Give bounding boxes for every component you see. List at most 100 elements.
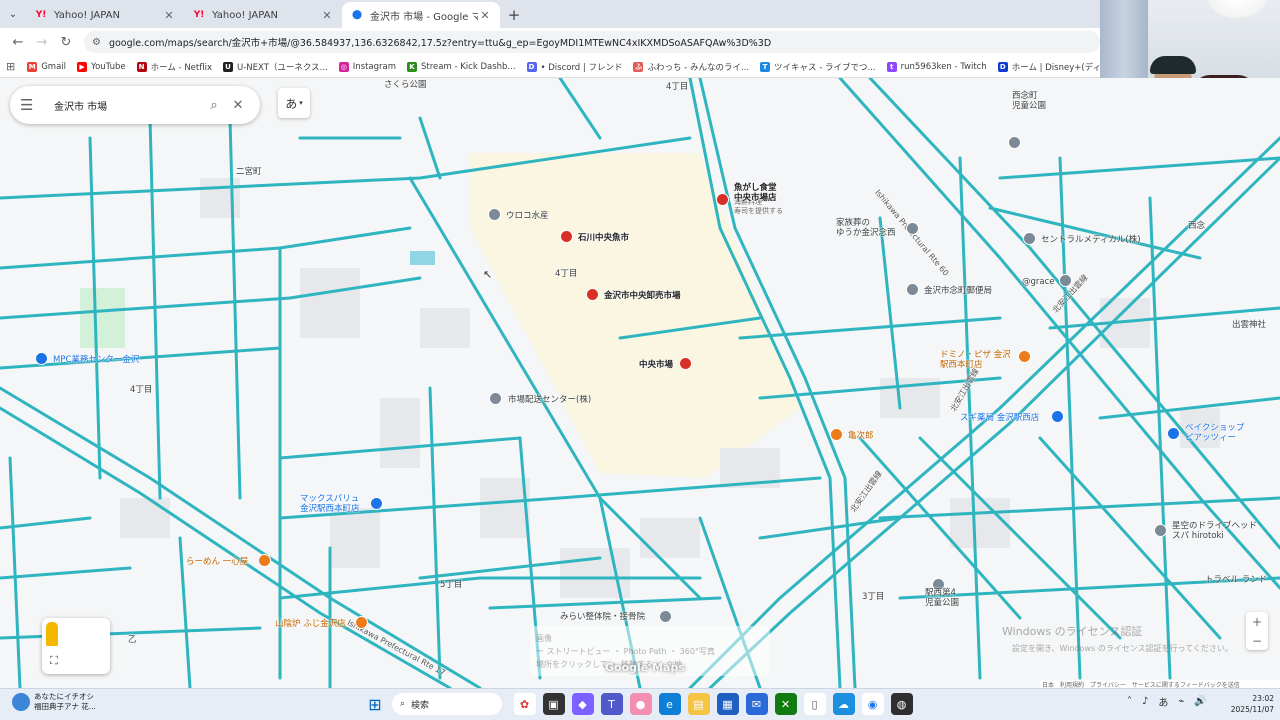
poi-pin-icon[interactable] (1154, 524, 1167, 537)
poi-pin-icon[interactable] (586, 288, 599, 301)
poi-pin-icon[interactable] (560, 230, 573, 243)
poi-pin-icon[interactable] (659, 610, 672, 623)
outlook-icon[interactable]: ✉ (745, 693, 768, 715)
tab-google-maps[interactable]: ⬤ 金沢市 市場 - Google マップ ✕ (342, 2, 500, 28)
poi-label[interactable]: スギ薬局 金沢駅西店 (960, 413, 1039, 423)
poi-label[interactable]: 星空のドライブヘッド スパ hirotoki (1172, 521, 1257, 541)
copilot-icon[interactable]: ◆ (571, 693, 594, 715)
close-icon[interactable]: ✕ (478, 9, 492, 22)
map-attribution[interactable]: 日本 利用規約 プライバシー サービスに関するフィードバックを送信 (1040, 680, 1280, 688)
chevron-up-icon[interactable]: ˄ (1127, 696, 1132, 707)
pegman-icon[interactable] (46, 622, 58, 646)
poi-label[interactable]: みらい整体院・接骨院 (560, 612, 645, 622)
apps-icon[interactable]: ⊞ (6, 60, 15, 73)
bookmark-item[interactable]: K Stream - Kick Dashb... (407, 61, 516, 72)
poi-label[interactable]: ウロコ水産 (506, 211, 549, 221)
close-icon[interactable]: ✕ (320, 9, 334, 22)
poi-label[interactable]: 山陰炉 ふじ金沢店 (275, 619, 346, 629)
bookmark-item[interactable]: M Gmail (27, 61, 66, 72)
ime-mode-indicator[interactable]: あ ▾ (278, 88, 310, 118)
task-view-icon[interactable]: ▣ (542, 693, 565, 715)
poi-label[interactable]: 中央市場 (639, 360, 673, 370)
bookmark-item[interactable]: U U-NEXT（ユーネクス... (223, 61, 328, 73)
cloud-app-icon[interactable]: ☁ (832, 693, 855, 715)
poi-label[interactable]: MPC業務センター金沢 (53, 355, 139, 365)
address-bar[interactable]: ⚙ google.com/maps/search/金沢市+市場/@36.5849… (84, 31, 1100, 53)
teams-icon[interactable]: T (600, 693, 623, 715)
start-menu-icon[interactable]: ⊞ (364, 693, 386, 715)
poi-pin-icon[interactable] (1008, 136, 1021, 149)
app-pink-icon[interactable]: ● (629, 693, 652, 715)
site-info-icon[interactable]: ⚙ (92, 37, 101, 48)
poi-pin-icon[interactable] (1051, 410, 1064, 423)
volume-icon[interactable]: 🔊 (1194, 696, 1206, 707)
poi-label[interactable]: らーめん 一心屋 (186, 557, 248, 567)
poi-pin-icon[interactable] (1023, 232, 1036, 245)
game-app-icon[interactable]: ✿ (513, 693, 536, 715)
chrome-icon[interactable]: ◉ (861, 693, 884, 715)
microphone-icon[interactable]: ♪ (1142, 696, 1148, 707)
xbox-icon[interactable]: ✕ (774, 693, 797, 715)
poi-pin-icon[interactable] (370, 497, 383, 510)
poi-label[interactable]: ベイクショップ ピアッツィー (1185, 423, 1244, 443)
poi-label[interactable]: 亀次郎 (848, 431, 874, 441)
poi-label[interactable]: 駅西第4 児童公園 (925, 588, 959, 608)
tab-yahoo-2[interactable]: Y! Yahoo! JAPAN ✕ (184, 2, 342, 28)
clock[interactable]: 23:02 2025/11/07 (1224, 693, 1274, 715)
bookmark-item[interactable]: D • Discord | フレンド (526, 61, 622, 73)
bookmark-item[interactable]: T ツイキャス - ライブでつ... (760, 61, 876, 73)
poi-pin-icon[interactable] (258, 554, 271, 567)
poi-label[interactable]: 金沢市中央卸売市場 (604, 291, 681, 301)
poi-label[interactable]: 石川中央魚市 (578, 233, 629, 243)
obs-icon[interactable]: ◍ (890, 693, 913, 715)
poi-pin-icon[interactable] (906, 283, 919, 296)
hamburger-menu-icon[interactable]: ☰ (20, 96, 44, 114)
poi-pin-icon[interactable] (1018, 350, 1031, 363)
poi-label[interactable]: @grace (1022, 277, 1055, 287)
bookmark-item[interactable]: D ホーム | Disney+(ディ... (997, 61, 1100, 73)
poi-pin-icon[interactable] (679, 357, 692, 370)
poi-pin-icon[interactable] (355, 616, 368, 629)
poi-label[interactable]: 西念町 児童公園 (1012, 91, 1046, 111)
map-search-box[interactable]: ☰ 金沢市 市場 ⌕ ✕ (10, 86, 260, 124)
poi-pin-icon[interactable] (716, 193, 729, 206)
poi-label[interactable]: 金沢市念町郵便局 (924, 286, 992, 296)
poi-label[interactable]: ドミノ・ピザ 金沢 駅西本町店 (940, 350, 1011, 370)
poi-label[interactable]: マックスバリュ 金沢駅西本町店 (300, 494, 360, 514)
poi-label[interactable]: セントラルメディカル(株) (1041, 235, 1141, 245)
notepad-icon[interactable]: ▯ (803, 693, 826, 715)
bookmark-item[interactable]: ▶ YouTube (77, 61, 126, 72)
poi-pin-icon[interactable] (488, 208, 501, 221)
reload-icon[interactable]: ↻ (54, 30, 78, 54)
map-canvas[interactable]: 二宮町 4丁目 さくら公園 4丁目 5丁目 3丁目 4丁目 西念 出雲神社 トラ… (0, 78, 1280, 688)
network-icon[interactable]: ⌁ (1178, 696, 1184, 707)
poi-pin-icon[interactable] (830, 428, 843, 441)
poi-pin-icon[interactable] (906, 222, 919, 235)
new-tab-button[interactable]: + (500, 2, 528, 28)
store-icon[interactable]: ▦ (716, 693, 739, 715)
bookmark-item[interactable]: ふふわっち - みんなのライ... (633, 61, 749, 73)
poi-label[interactable]: 市場配送センター(株) (508, 395, 591, 405)
widgets-button[interactable]: あなたにイチオシ 福田典子アナ 花... (12, 692, 96, 712)
close-icon[interactable]: ✕ (162, 9, 176, 22)
file-explorer-icon[interactable]: ▤ (687, 693, 710, 715)
zoom-out-button[interactable]: − (1252, 634, 1262, 648)
edge-icon[interactable]: e (658, 693, 681, 715)
zoom-in-button[interactable]: + (1252, 615, 1262, 629)
bookmark-item[interactable]: ◎ Instagram (338, 61, 396, 72)
poi-label[interactable]: 魚がし食堂 中央市場店 (734, 183, 777, 203)
fullscreen-icon[interactable]: ⛶ (50, 654, 58, 668)
search-icon[interactable]: ⌕ (202, 98, 226, 113)
forward-icon[interactable]: → (30, 30, 54, 54)
poi-pin-icon[interactable] (1059, 274, 1072, 287)
poi-label[interactable]: 家族葬の ゆうか金沢念西 (836, 218, 896, 238)
poi-pin-icon[interactable] (1167, 427, 1180, 440)
ime-indicator[interactable]: あ (1158, 694, 1168, 709)
street-view-control[interactable]: ⛶ (42, 618, 110, 674)
clear-icon[interactable]: ✕ (226, 98, 250, 113)
tab-yahoo-1[interactable]: Y! Yahoo! JAPAN ✕ (26, 2, 184, 28)
search-input[interactable]: 金沢市 市場 (54, 98, 202, 113)
tab-search-icon[interactable]: ⌄ (0, 0, 26, 28)
bookmark-item[interactable]: N ホーム - Netflix (136, 61, 212, 73)
back-icon[interactable]: ← (6, 30, 30, 54)
